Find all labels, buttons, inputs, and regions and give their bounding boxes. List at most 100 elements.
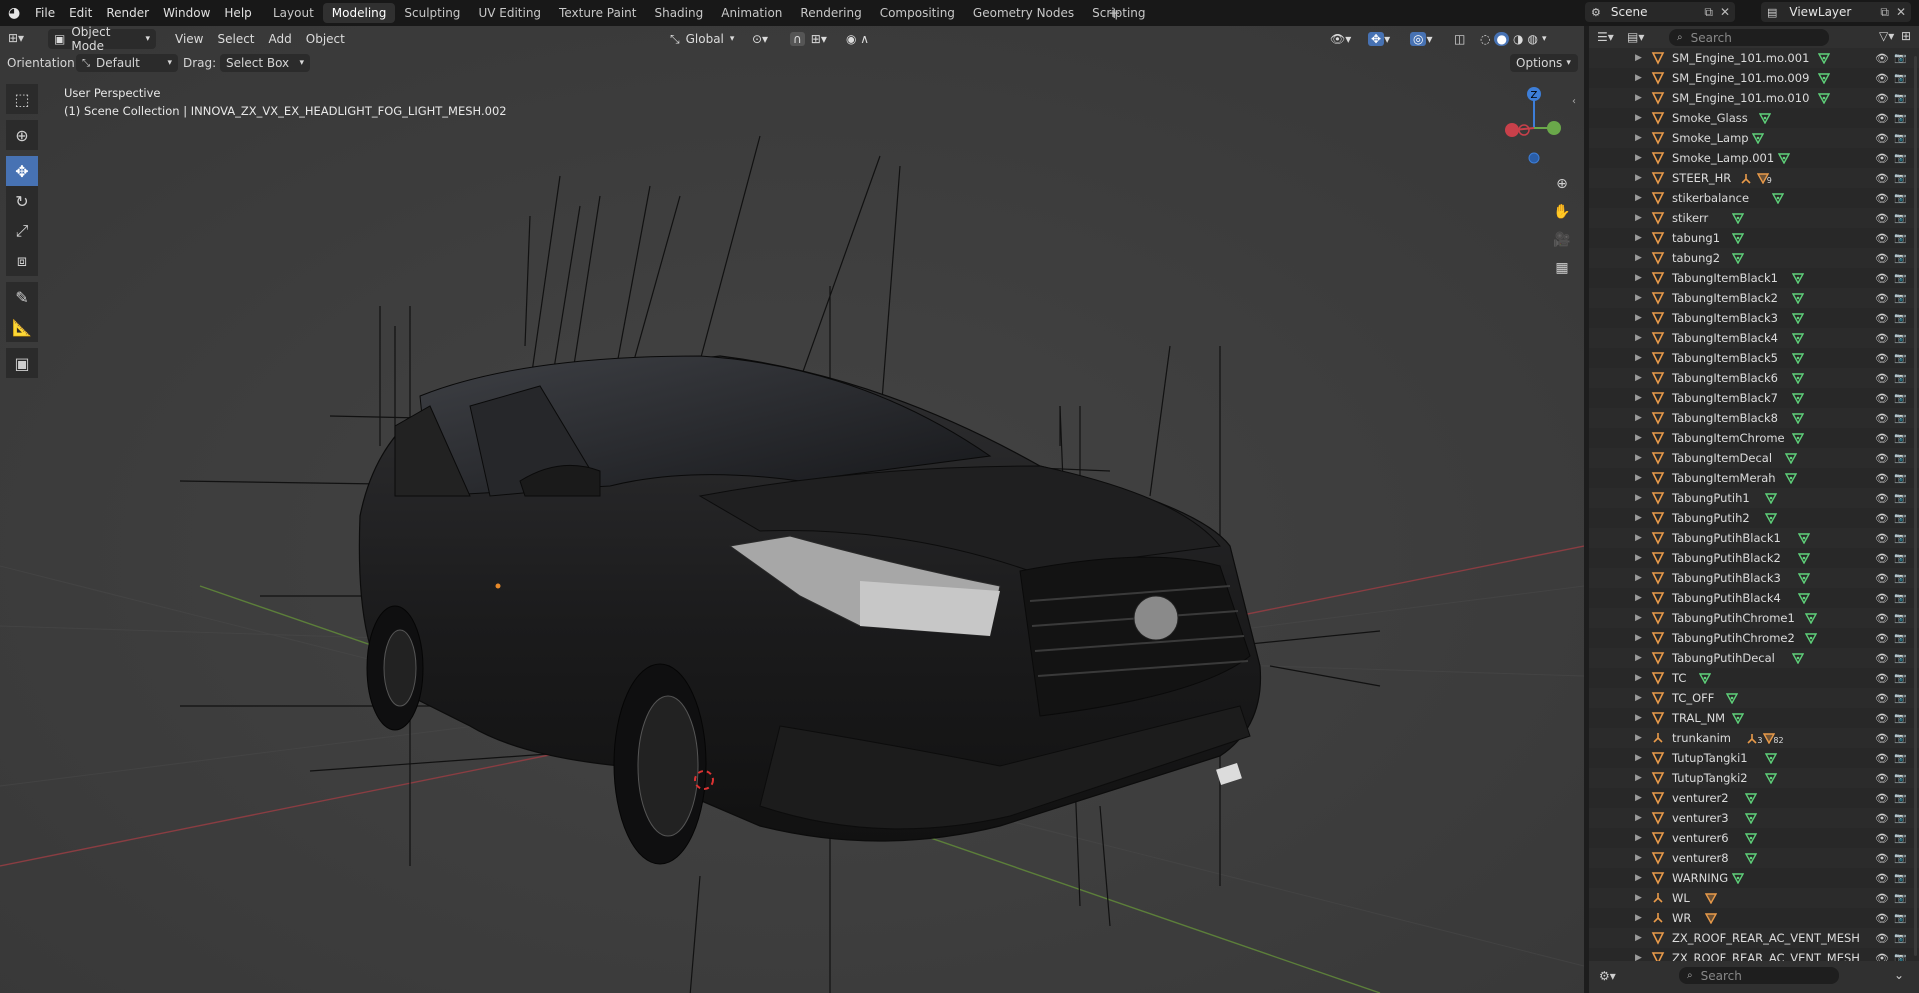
mesh-data-icon[interactable] bbox=[1817, 52, 1831, 65]
rotate-tool[interactable]: ↻ bbox=[6, 186, 38, 216]
render-camera-icon[interactable]: 📷 bbox=[1894, 633, 1906, 644]
expand-chevron-icon[interactable]: ▶ bbox=[1635, 93, 1642, 103]
outliner-item-name[interactable]: WARNING bbox=[1672, 871, 1728, 885]
viewport-menu-object[interactable]: Object bbox=[299, 32, 352, 46]
outliner-item-name[interactable]: stikerr bbox=[1672, 211, 1708, 225]
visibility-eye-icon[interactable]: 👁 bbox=[1875, 812, 1889, 825]
orientation-dropdown[interactable]: ⤡ Default ▾ bbox=[76, 54, 178, 72]
tab-sculpting[interactable]: Sculpting bbox=[395, 3, 469, 23]
outliner-row[interactable]: ▶ TabungPutihDecal 👁 📷 bbox=[1589, 648, 1919, 668]
tab-shading[interactable]: Shading bbox=[645, 3, 712, 23]
tab-geometry-nodes[interactable]: Geometry Nodes bbox=[964, 3, 1083, 23]
mesh-data-icon[interactable] bbox=[1791, 272, 1804, 285]
copy-viewlayer-icon[interactable]: ⧉ bbox=[1880, 5, 1889, 20]
render-camera-icon[interactable]: 📷 bbox=[1894, 513, 1906, 524]
render-camera-icon[interactable]: 📷 bbox=[1894, 713, 1906, 724]
y-axis-handle[interactable] bbox=[1547, 121, 1561, 135]
outliner-row[interactable]: ▶ TabungItemBlack5 👁 📷 bbox=[1589, 348, 1919, 368]
visibility-eye-icon[interactable]: 👁 bbox=[1875, 552, 1889, 565]
child-mesh-icon[interactable] bbox=[1704, 892, 1718, 905]
render-camera-icon[interactable]: 📷 bbox=[1894, 193, 1906, 204]
render-camera-icon[interactable]: 📷 bbox=[1894, 313, 1906, 324]
menu-render[interactable]: Render bbox=[99, 6, 156, 20]
expand-chevron-icon[interactable]: ▶ bbox=[1635, 353, 1642, 363]
expand-chevron-icon[interactable]: ▶ bbox=[1635, 413, 1642, 423]
render-camera-icon[interactable]: 📷 bbox=[1894, 333, 1906, 344]
visibility-eye-icon[interactable]: 👁 bbox=[1875, 392, 1889, 405]
expand-chevron-icon[interactable]: ▶ bbox=[1635, 513, 1642, 523]
expand-chevron-icon[interactable]: ▶ bbox=[1635, 273, 1642, 283]
outliner-row[interactable]: ▶ TabungPutihBlack3 👁 📷 bbox=[1589, 568, 1919, 588]
outliner-row[interactable]: ▶ TabungItemBlack4 👁 📷 bbox=[1589, 328, 1919, 348]
outliner-row[interactable]: ▶ TabungPutihBlack1 👁 📷 bbox=[1589, 528, 1919, 548]
mesh-data-icon[interactable] bbox=[1791, 392, 1804, 405]
outliner-row[interactable]: ▶ Smoke_Glass 👁 📷 bbox=[1589, 108, 1919, 128]
expand-chevron-icon[interactable]: ▶ bbox=[1635, 913, 1642, 923]
visibility-eye-icon[interactable]: 👁 bbox=[1875, 492, 1889, 505]
mesh-data-icon[interactable] bbox=[1771, 192, 1784, 205]
3d-viewport[interactable]: ⊞▾ ▣ Object Mode ▾ View Select Add Object ⤡… bbox=[0, 26, 1584, 993]
outliner-row[interactable]: ▶ TabungItemChrome 👁 📷 bbox=[1589, 428, 1919, 448]
mesh-data-icon[interactable] bbox=[1745, 852, 1758, 865]
mesh-data-icon[interactable] bbox=[1791, 292, 1804, 305]
expand-chevron-icon[interactable]: ▶ bbox=[1635, 493, 1642, 503]
ortho-grid-icon[interactable]: ▦ bbox=[1550, 256, 1574, 280]
render-camera-icon[interactable]: 📷 bbox=[1894, 693, 1906, 704]
add-cube-tool[interactable]: ▣ bbox=[6, 348, 38, 378]
outliner-item-name[interactable]: TabungPutih2 bbox=[1672, 511, 1750, 525]
expand-chevron-icon[interactable]: ▶ bbox=[1635, 393, 1642, 403]
outliner-row[interactable]: ▶ STEER_HR 9 👁 📷 bbox=[1589, 168, 1919, 188]
outliner-row[interactable]: ▶ TC_OFF 👁 📷 bbox=[1589, 688, 1919, 708]
scene-selector[interactable]: ⚙ Scene ⧉ ✕ bbox=[1585, 2, 1735, 22]
outliner-item-name[interactable]: TabungItemBlack4 bbox=[1672, 331, 1778, 345]
display-mode-icon[interactable]: ▤▾ bbox=[1627, 30, 1644, 44]
outliner-row[interactable]: ▶ tabung2 👁 📷 bbox=[1589, 248, 1919, 268]
visibility-eye-icon[interactable]: 👁 bbox=[1875, 952, 1889, 962]
outliner-item-name[interactable]: TutupTangki2 bbox=[1672, 771, 1748, 785]
blender-logo-icon[interactable]: ◕ bbox=[8, 5, 24, 21]
outliner-row[interactable]: ▶ TutupTangki2 👁 📷 bbox=[1589, 768, 1919, 788]
mesh-data-icon[interactable] bbox=[1797, 592, 1811, 605]
mesh-data-icon[interactable] bbox=[1745, 792, 1758, 805]
mesh-data-icon[interactable] bbox=[1791, 652, 1804, 665]
outliner-item-name[interactable]: TabungItemBlack5 bbox=[1672, 351, 1778, 365]
expand-chevron-icon[interactable]: ▶ bbox=[1635, 853, 1642, 863]
outliner-row[interactable]: ▶ TabungPutihBlack4 👁 📷 bbox=[1589, 588, 1919, 608]
mesh-data-icon[interactable] bbox=[1698, 672, 1712, 685]
visibility-eye-icon[interactable]: 👁 bbox=[1875, 52, 1889, 65]
armature-child-icon[interactable] bbox=[1739, 172, 1751, 184]
visibility-eye-icon[interactable]: 👁 bbox=[1875, 792, 1889, 805]
outliner-item-name[interactable]: SM_Engine_101.mo.001 bbox=[1672, 51, 1809, 65]
mesh-data-icon[interactable] bbox=[1764, 512, 1778, 525]
outliner-row[interactable]: ▶ venturer6 👁 📷 bbox=[1589, 828, 1919, 848]
visibility-eye-icon[interactable]: 👁 bbox=[1875, 692, 1889, 705]
render-camera-icon[interactable]: 📷 bbox=[1894, 413, 1906, 424]
overlays-toggle[interactable]: ◎ ▾ bbox=[1410, 29, 1433, 49]
viewport-menu-view[interactable]: View bbox=[168, 32, 210, 46]
outliner-item-name[interactable]: venturer8 bbox=[1672, 851, 1729, 865]
transform-tool[interactable]: ⧈ bbox=[6, 246, 38, 276]
visibility-eye-icon[interactable]: 👁 bbox=[1875, 272, 1889, 285]
navigation-gizmo[interactable]: Z bbox=[1496, 84, 1572, 168]
outliner-row[interactable]: ▶ TabungItemBlack7 👁 📷 bbox=[1589, 388, 1919, 408]
delete-scene-icon[interactable]: ✕ bbox=[1720, 5, 1730, 19]
render-camera-icon[interactable]: 📷 bbox=[1894, 273, 1906, 284]
outliner-item-name[interactable]: SM_Engine_101.mo.010 bbox=[1672, 91, 1809, 105]
outliner-row[interactable]: ▶ TabungItemBlack2 👁 📷 bbox=[1589, 288, 1919, 308]
render-camera-icon[interactable]: 📷 bbox=[1894, 573, 1906, 584]
visibility-eye-icon[interactable]: 👁 bbox=[1875, 732, 1889, 745]
expand-chevron-icon[interactable]: ▶ bbox=[1635, 233, 1642, 243]
menu-edit[interactable]: Edit bbox=[62, 6, 99, 20]
viewport-scene[interactable] bbox=[0, 26, 1584, 993]
mesh-data-icon[interactable] bbox=[1731, 872, 1745, 885]
mesh-data-icon[interactable] bbox=[1791, 352, 1804, 365]
measure-tool[interactable]: 📐 bbox=[6, 312, 38, 342]
render-camera-icon[interactable]: 📷 bbox=[1894, 353, 1906, 364]
render-camera-icon[interactable]: 📷 bbox=[1894, 773, 1906, 784]
tab-texture-paint[interactable]: Texture Paint bbox=[550, 3, 645, 23]
outliner-row[interactable]: ▶ stikerbalance 👁 📷 bbox=[1589, 188, 1919, 208]
outliner-item-name[interactable]: TabungItemMerah bbox=[1672, 471, 1776, 485]
outliner-row[interactable]: ▶ Smoke_Lamp 👁 📷 bbox=[1589, 128, 1919, 148]
outliner-item-name[interactable]: STEER_HR bbox=[1672, 171, 1731, 185]
outliner-item-name[interactable]: TC bbox=[1672, 671, 1686, 685]
